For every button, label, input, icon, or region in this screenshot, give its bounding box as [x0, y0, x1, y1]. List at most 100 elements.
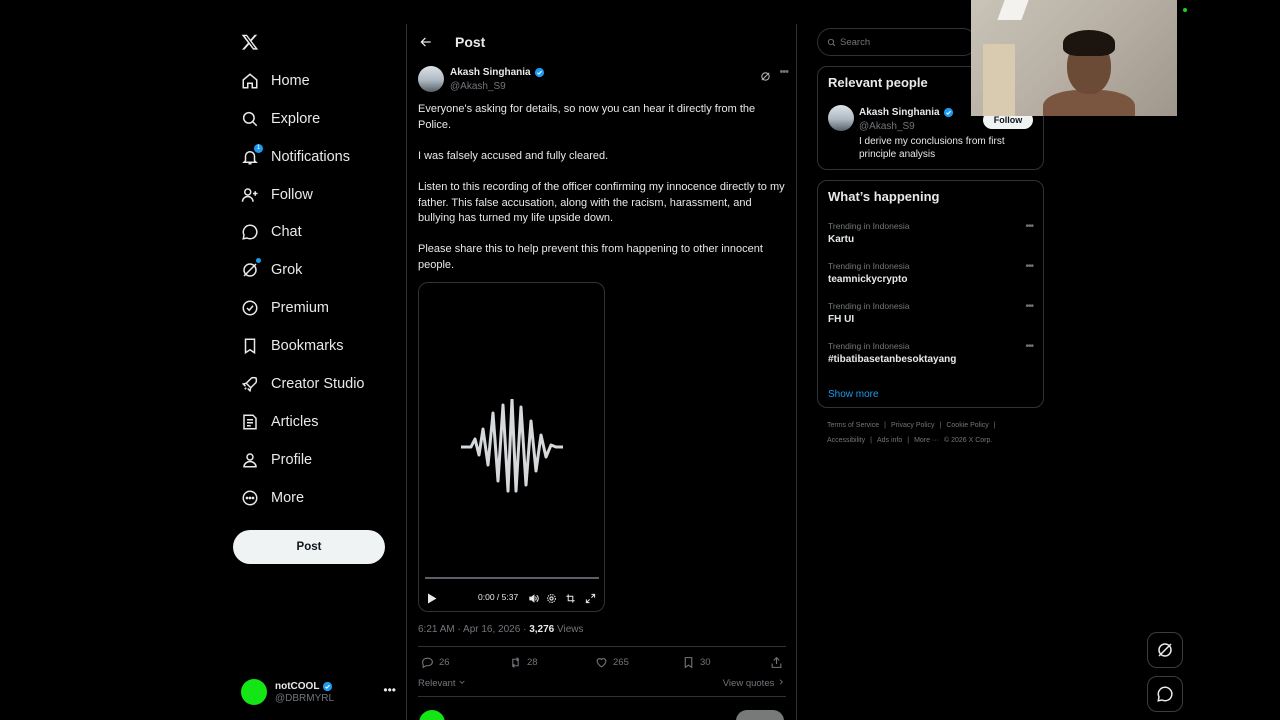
main-column: Post Akash Singhania @Akash_S9 ••• Every…	[406, 24, 797, 720]
footer-link[interactable]: Privacy Policy	[891, 422, 935, 429]
bookmark-button[interactable]: 30	[682, 656, 711, 669]
bookmark-icon	[241, 337, 259, 355]
nav-articles[interactable]: Articles	[241, 410, 319, 434]
video-progress-bar[interactable]	[425, 577, 599, 579]
home-icon	[241, 72, 259, 90]
nav-chat[interactable]: Chat	[241, 220, 302, 244]
repost-icon	[512, 657, 519, 668]
reply-button[interactable]: 26	[421, 656, 450, 669]
more-dots-icon[interactable]: •••	[383, 683, 396, 697]
footer-link[interactable]: Ads info	[877, 437, 902, 444]
view-quotes-label: View quotes	[722, 678, 775, 689]
account-switcher[interactable]: notCOOL @DBRMYRL •••	[241, 677, 396, 707]
nav-home[interactable]: Home	[241, 69, 310, 93]
back-arrow-icon[interactable]	[419, 35, 433, 49]
post-text-p4: Please share this to help prevent this f…	[418, 243, 763, 271]
nav-notifications[interactable]: 1 Notifications	[241, 144, 350, 169]
more-dots-icon[interactable]: •••	[1025, 261, 1033, 272]
nav-explore[interactable]: Explore	[241, 107, 320, 131]
x-logo-icon[interactable]	[241, 33, 259, 51]
chevron-down-icon	[459, 680, 465, 684]
recording-indicator	[1183, 8, 1187, 12]
more-dots-icon[interactable]: •••	[1025, 301, 1033, 312]
nav-profile[interactable]: Profile	[241, 448, 312, 472]
more-circle-icon	[241, 489, 259, 507]
left-sidebar: Home Explore 1 Notifications Follow Chat…	[233, 0, 403, 720]
rocket-icon	[241, 375, 259, 393]
person-icon	[241, 451, 259, 469]
divider	[418, 696, 786, 697]
heart-icon	[596, 658, 607, 668]
views-label: Views	[554, 624, 584, 635]
account-name-row: notCOOL	[275, 681, 334, 692]
like-button[interactable]: 265	[595, 656, 629, 669]
person-plus-icon	[241, 186, 259, 204]
verified-icon	[534, 67, 544, 78]
webcam-overlay	[971, 0, 1177, 116]
volume-icon[interactable]	[528, 591, 539, 603]
grok-floating-button[interactable]	[1147, 632, 1183, 668]
trend-context: Trending in Indonesia	[828, 301, 910, 311]
trend-item[interactable]: Trending in Indonesia teamnickycrypto ••…	[828, 261, 1034, 291]
nav-premium[interactable]: Premium	[241, 296, 329, 320]
messages-floating-button[interactable]	[1147, 676, 1183, 712]
person-handle[interactable]: @Akash_S9	[859, 121, 915, 132]
chat-bubble-icon	[241, 223, 259, 241]
more-dots-icon[interactable]: •••	[1025, 341, 1033, 352]
nav-label: Explore	[271, 111, 321, 127]
nav-follow[interactable]: Follow	[241, 183, 313, 207]
nav-grok[interactable]: Grok	[241, 258, 302, 282]
person-name-row[interactable]: Akash Singhania	[859, 107, 954, 118]
account-name: notCOOL	[275, 680, 320, 692]
footer-link[interactable]: Terms of Service	[827, 422, 879, 429]
post-author: Akash Singhania @Akash_S9 •••	[418, 66, 789, 96]
fullscreen-icon[interactable]	[585, 591, 596, 604]
view-quotes-link[interactable]: View quotes	[723, 678, 785, 689]
video-player[interactable]: 0:00 / 5:37	[418, 282, 605, 612]
reply-submit-button[interactable]	[736, 710, 784, 720]
trend-item[interactable]: Trending in Indonesia Kartu •••	[828, 221, 1034, 251]
trend-item[interactable]: Trending in Indonesia #tibatibasetanbeso…	[828, 341, 1034, 371]
grok-icon	[1158, 643, 1172, 657]
repost-button[interactable]: 28	[509, 656, 538, 669]
views-count: 3,276	[529, 624, 555, 635]
post-timestamp[interactable]: 6:21 AM · Apr 16, 2026 ·	[418, 624, 529, 635]
audio-waveform-icon	[461, 399, 563, 493]
card-title: Relevant people	[828, 75, 928, 90]
post-text-p3: Listen to this recording of the officer …	[418, 181, 785, 225]
search-box[interactable]	[817, 28, 977, 56]
verified-badge-icon	[241, 299, 259, 317]
more-dots-icon[interactable]: •••	[1025, 221, 1033, 232]
nav-label: Chat	[271, 224, 302, 240]
trend-context: Trending in Indonesia	[828, 341, 910, 351]
avatar[interactable]	[418, 66, 444, 92]
nav-more[interactable]: More	[241, 486, 304, 510]
search-input[interactable]	[840, 36, 970, 48]
trend-name: Kartu	[828, 234, 855, 245]
grok-icon[interactable]	[760, 69, 771, 81]
nav-bookmarks[interactable]: Bookmarks	[241, 334, 344, 358]
nav-label: Notifications	[271, 149, 350, 165]
avatar[interactable]	[828, 105, 854, 131]
more-dots-icon[interactable]: •••	[779, 66, 789, 78]
footer-link[interactable]: More ···	[914, 437, 939, 444]
author-handle[interactable]: @Akash_S9	[450, 81, 506, 92]
card-title: What’s happening	[828, 189, 940, 204]
footer-link[interactable]: Accessibility	[827, 437, 865, 444]
author-name-row[interactable]: Akash Singhania	[450, 67, 545, 78]
post-button[interactable]: Post	[233, 530, 385, 564]
settings-gear-icon[interactable]	[546, 591, 557, 603]
nav-creator-studio[interactable]: Creator Studio	[241, 372, 365, 396]
share-icon	[771, 656, 782, 668]
trend-name: teamnickycrypto	[828, 274, 908, 285]
sort-dropdown[interactable]: Relevant	[418, 678, 466, 689]
show-more-link[interactable]: Show more	[828, 389, 879, 400]
picture-in-picture-icon[interactable]	[565, 591, 576, 603]
footer-link[interactable]: Cookie Policy	[946, 422, 988, 429]
trend-item[interactable]: Trending in Indonesia FH UI •••	[828, 301, 1034, 331]
reply-icon	[422, 657, 433, 669]
nav-label: Profile	[271, 452, 313, 468]
play-icon[interactable]	[427, 591, 437, 604]
nav-label: Articles	[271, 414, 319, 430]
share-button[interactable]	[770, 656, 783, 669]
